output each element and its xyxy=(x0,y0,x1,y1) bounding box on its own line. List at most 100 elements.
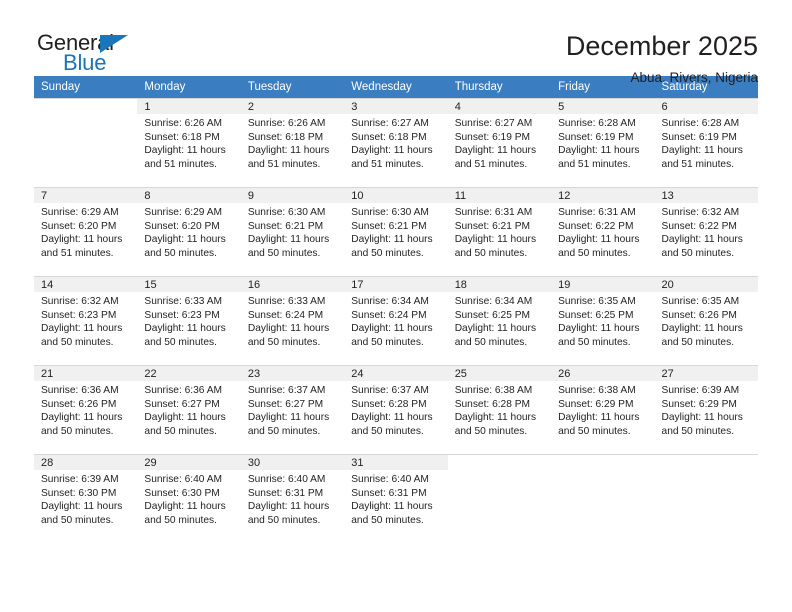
sunrise-text: Sunrise: 6:30 AM xyxy=(351,207,429,218)
day-number: 16 xyxy=(240,277,345,292)
sunset-text: Sunset: 6:20 PM xyxy=(41,220,117,232)
calendar-day-cell[interactable]: 13 Sunrise: 6:32 AM Sunset: 6:22 PM Dayligh… xyxy=(654,187,758,276)
daylight-text-line2: and 50 minutes. xyxy=(41,514,114,526)
sunrise-text: Sunrise: 6:39 AM xyxy=(41,474,119,485)
day-cell-inner: 26 Sunrise: 6:38 AM Sunset: 6:29 PM Dayligh… xyxy=(551,365,655,454)
day-cell-inner: 3 Sunrise: 6:27 AM Sunset: 6:18 PM Daylight… xyxy=(344,98,448,187)
sunset-text: Sunset: 6:27 PM xyxy=(247,398,324,410)
calendar-day-cell[interactable]: 1 Sunrise: 6:26 AM Sunset: 6:18 PM Daylight… xyxy=(137,98,241,187)
daylight-text-line1: Daylight: 11 hours xyxy=(351,412,433,424)
sunrise-text: Sunrise: 6:29 AM xyxy=(144,207,223,218)
daylight-text-line1: Daylight: 11 hours xyxy=(247,234,330,246)
day-details: Sunrise: 6:29 AM Sunset: 6:20 PM Daylight:… xyxy=(34,203,137,260)
day-cell-inner: 5 Sunrise: 6:28 AM Sunset: 6:19 PM Daylight… xyxy=(551,98,655,187)
calendar-day-cell[interactable]: 8 Sunrise: 6:29 AM Sunset: 6:20 PM Daylight… xyxy=(137,187,241,276)
daylight-text-line2: and 50 minutes. xyxy=(41,336,114,348)
calendar-cell-empty xyxy=(551,454,655,543)
calendar-day-cell[interactable]: 26 Sunrise: 6:38 AM Sunset: 6:29 PM Dayligh… xyxy=(551,365,655,454)
sunrise-text: Sunrise: 6:36 AM xyxy=(144,385,223,396)
calendar-day-cell[interactable]: 6 Sunrise: 6:28 AM Sunset: 6:19 PM Daylight… xyxy=(654,98,758,187)
day-number: 23 xyxy=(240,366,345,381)
sunset-text: Sunset: 6:24 PM xyxy=(247,309,324,321)
calendar-day-cell[interactable]: 27 Sunrise: 6:39 AM Sunset: 6:29 PM Dayligh… xyxy=(654,365,758,454)
day-number: 1 xyxy=(137,99,241,114)
calendar-day-cell[interactable]: 23 Sunrise: 6:37 AM Sunset: 6:27 PM Dayligh… xyxy=(240,365,345,454)
daylight-text-line1: Daylight: 11 hours xyxy=(144,501,226,513)
day-number: 8 xyxy=(137,188,241,203)
calendar-day-cell[interactable]: 12 Sunrise: 6:31 AM Sunset: 6:22 PM Dayligh… xyxy=(551,187,655,276)
calendar-day-cell[interactable]: 22 Sunrise: 6:36 AM Sunset: 6:27 PM Dayligh… xyxy=(137,365,241,454)
calendar-day-cell[interactable]: 16 Sunrise: 6:33 AM Sunset: 6:24 PM Dayligh… xyxy=(240,276,345,365)
calendar-day-cell[interactable]: 5 Sunrise: 6:28 AM Sunset: 6:19 PM Daylight… xyxy=(551,98,655,187)
calendar-day-cell[interactable]: 29 Sunrise: 6:40 AM Sunset: 6:30 PM Dayligh… xyxy=(137,454,241,543)
daylight-text-line2: and 50 minutes. xyxy=(144,336,217,348)
day-cell-inner xyxy=(447,454,552,543)
sunset-text: Sunset: 6:18 PM xyxy=(351,131,427,143)
calendar-day-cell[interactable]: 28 Sunrise: 6:39 AM Sunset: 6:30 PM Dayligh… xyxy=(34,454,138,543)
day-cell-inner: 15 Sunrise: 6:33 AM Sunset: 6:23 PM Dayligh… xyxy=(137,276,241,365)
calendar-day-cell[interactable]: 25 Sunrise: 6:38 AM Sunset: 6:28 PM Dayligh… xyxy=(447,365,552,454)
sunrise-text: Sunrise: 6:34 AM xyxy=(454,296,533,307)
logo-text-blue: Blue xyxy=(63,50,107,75)
calendar-day-cell[interactable]: 2 Sunrise: 6:26 AM Sunset: 6:18 PM Daylight… xyxy=(240,98,345,187)
day-number: 3 xyxy=(344,99,448,114)
sunset-text: Sunset: 6:30 PM xyxy=(144,487,220,499)
general-blue-logo[interactable]: General Blue xyxy=(34,30,154,80)
daylight-text-line1: Daylight: 11 hours xyxy=(351,323,433,335)
weekday-header-wednesday: Wednesday xyxy=(344,76,448,98)
day-details: Sunrise: 6:26 AM Sunset: 6:18 PM Daylight:… xyxy=(137,114,240,171)
day-cell-inner: 17 Sunrise: 6:34 AM Sunset: 6:24 PM Dayligh… xyxy=(344,276,448,365)
title-block: December 2025 Abua, Rivers, Nigeria xyxy=(566,30,758,88)
daylight-text-line2: and 50 minutes. xyxy=(661,247,735,259)
daylight-text-line2: and 50 minutes. xyxy=(661,336,735,348)
daylight-text-line2: and 50 minutes. xyxy=(247,425,321,437)
calendar-day-cell[interactable]: 30 Sunrise: 6:40 AM Sunset: 6:31 PM Dayligh… xyxy=(240,454,345,543)
calendar-day-cell[interactable]: 9 Sunrise: 6:30 AM Sunset: 6:21 PM Daylight… xyxy=(240,187,345,276)
calendar-day-cell[interactable]: 24 Sunrise: 6:37 AM Sunset: 6:28 PM Dayligh… xyxy=(344,365,448,454)
sunset-text: Sunset: 6:18 PM xyxy=(247,131,324,143)
calendar-day-cell[interactable]: 17 Sunrise: 6:34 AM Sunset: 6:24 PM Dayligh… xyxy=(344,276,448,365)
day-number: 14 xyxy=(34,277,138,292)
day-cell-inner: 8 Sunrise: 6:29 AM Sunset: 6:20 PM Daylight… xyxy=(137,187,241,276)
daylight-text-line1: Daylight: 11 hours xyxy=(558,234,640,246)
calendar-day-cell[interactable]: 7 Sunrise: 6:29 AM Sunset: 6:20 PM Daylight… xyxy=(34,187,138,276)
day-details: Sunrise: 6:40 AM Sunset: 6:31 PM Daylight:… xyxy=(344,470,447,527)
daylight-text-line2: and 50 minutes. xyxy=(247,247,321,259)
calendar-day-cell[interactable]: 18 Sunrise: 6:34 AM Sunset: 6:25 PM Dayligh… xyxy=(447,276,552,365)
daylight-text-line2: and 50 minutes. xyxy=(454,336,528,348)
day-number xyxy=(551,455,655,470)
calendar-day-cell[interactable]: 14 Sunrise: 6:32 AM Sunset: 6:23 PM Dayligh… xyxy=(34,276,138,365)
daylight-text-line1: Daylight: 11 hours xyxy=(247,323,330,335)
calendar-day-cell[interactable]: 3 Sunrise: 6:27 AM Sunset: 6:18 PM Daylight… xyxy=(344,98,448,187)
day-details xyxy=(448,470,551,473)
day-number: 26 xyxy=(551,366,655,381)
day-details: Sunrise: 6:26 AM Sunset: 6:18 PM Daylight:… xyxy=(241,114,344,171)
sunset-text: Sunset: 6:25 PM xyxy=(558,309,634,321)
daylight-text-line2: and 50 minutes. xyxy=(144,425,217,437)
sunset-text: Sunset: 6:30 PM xyxy=(41,487,117,499)
day-number xyxy=(447,455,552,470)
day-number: 31 xyxy=(344,455,448,470)
day-details: Sunrise: 6:34 AM Sunset: 6:25 PM Daylight:… xyxy=(448,292,551,349)
daylight-text-line1: Daylight: 11 hours xyxy=(661,412,743,424)
calendar-day-cell[interactable]: 4 Sunrise: 6:27 AM Sunset: 6:19 PM Daylight… xyxy=(447,98,552,187)
calendar-day-cell[interactable]: 21 Sunrise: 6:36 AM Sunset: 6:26 PM Dayligh… xyxy=(34,365,138,454)
calendar-day-cell[interactable]: 31 Sunrise: 6:40 AM Sunset: 6:31 PM Dayligh… xyxy=(344,454,448,543)
day-cell-inner: 28 Sunrise: 6:39 AM Sunset: 6:30 PM Dayligh… xyxy=(34,454,138,543)
day-cell-inner: 16 Sunrise: 6:33 AM Sunset: 6:24 PM Dayligh… xyxy=(240,276,345,365)
day-details xyxy=(551,470,654,473)
sunrise-text: Sunrise: 6:30 AM xyxy=(247,207,326,218)
sunset-text: Sunset: 6:22 PM xyxy=(558,220,634,232)
day-cell-inner: 1 Sunrise: 6:26 AM Sunset: 6:18 PM Daylight… xyxy=(137,98,241,187)
sunrise-text: Sunrise: 6:40 AM xyxy=(144,474,223,485)
day-details: Sunrise: 6:34 AM Sunset: 6:24 PM Daylight:… xyxy=(344,292,447,349)
calendar-day-cell[interactable]: 20 Sunrise: 6:35 AM Sunset: 6:26 PM Dayligh… xyxy=(654,276,758,365)
page-title: December 2025 xyxy=(565,31,758,61)
calendar-day-cell[interactable]: 15 Sunrise: 6:33 AM Sunset: 6:23 PM Dayligh… xyxy=(137,276,241,365)
calendar-day-cell[interactable]: 10 Sunrise: 6:30 AM Sunset: 6:21 PM Dayligh… xyxy=(344,187,448,276)
calendar-day-cell[interactable]: 19 Sunrise: 6:35 AM Sunset: 6:25 PM Dayligh… xyxy=(551,276,655,365)
day-details: Sunrise: 6:36 AM Sunset: 6:26 PM Daylight:… xyxy=(34,381,137,438)
calendar-day-cell[interactable]: 11 Sunrise: 6:31 AM Sunset: 6:21 PM Dayligh… xyxy=(447,187,552,276)
sunset-text: Sunset: 6:21 PM xyxy=(454,220,531,232)
day-number: 19 xyxy=(551,277,655,292)
